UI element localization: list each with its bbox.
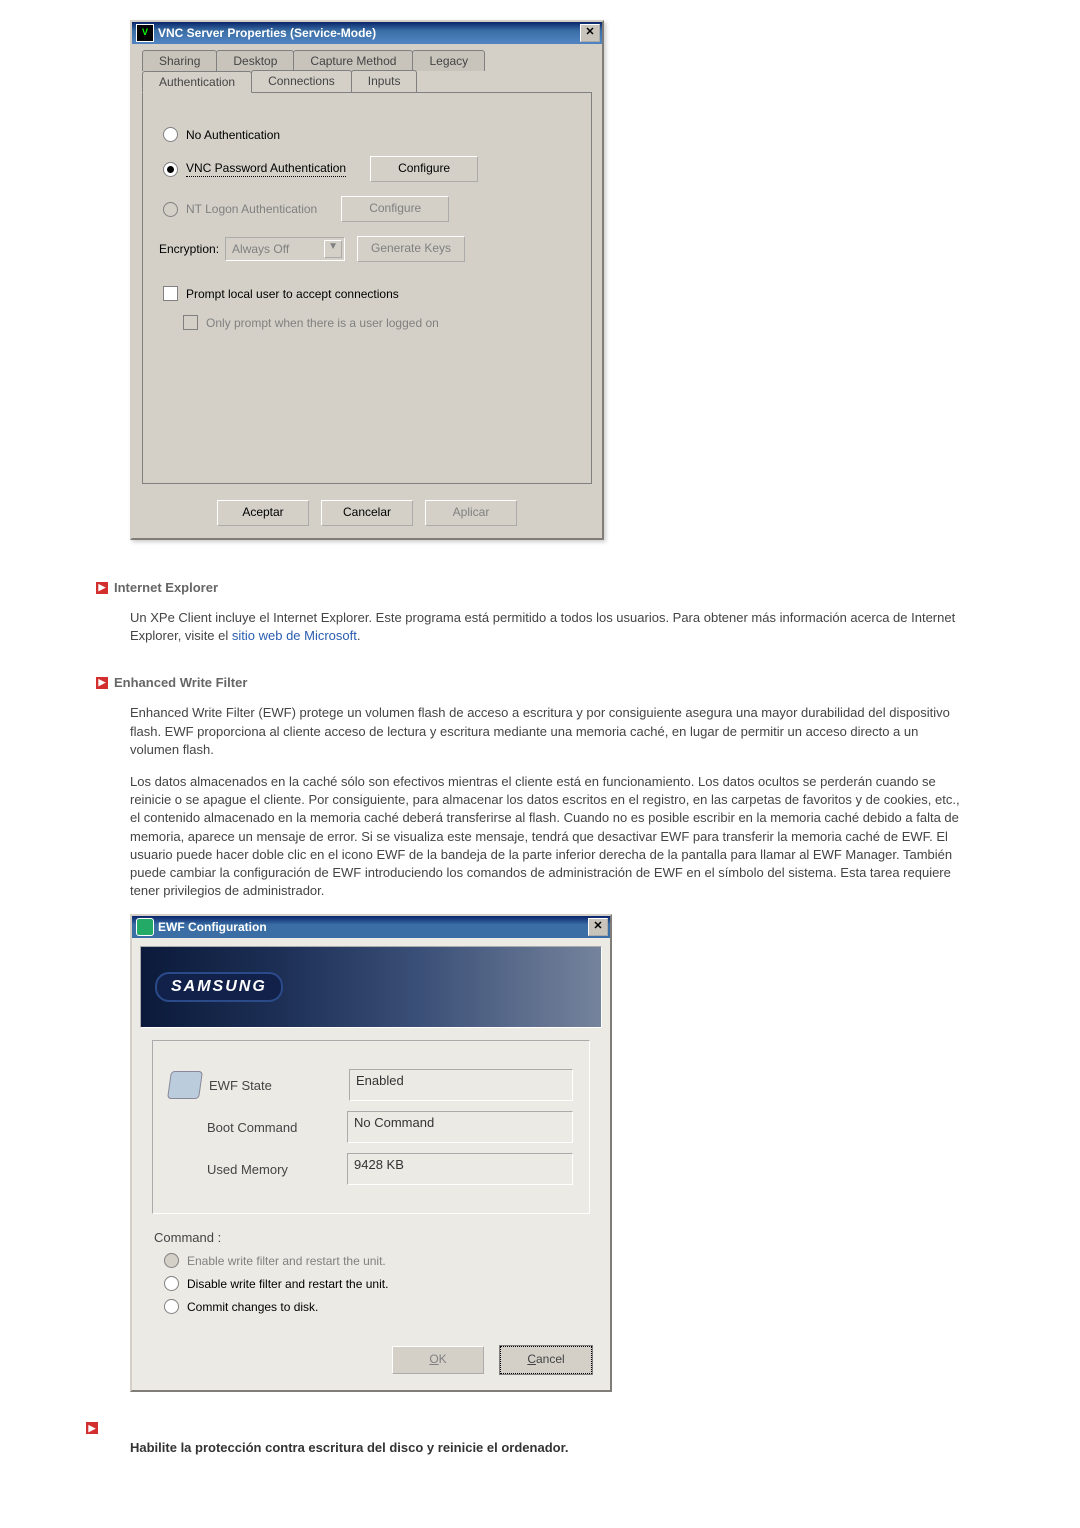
radio-icon — [164, 1253, 179, 1268]
tab-connections[interactable]: Connections — [251, 70, 352, 92]
microsoft-link[interactable]: sitio web de Microsoft — [232, 628, 357, 643]
samsung-logo: SAMSUNG — [155, 972, 283, 1002]
cancel-button[interactable]: Cancel — [500, 1346, 592, 1374]
vnc-titlebar[interactable]: V VNC Server Properties (Service-Mode) ✕ — [132, 22, 602, 44]
checkbox-only-prompt-logged-on: Only prompt when there is a user logged … — [179, 315, 575, 330]
tab-desktop[interactable]: Desktop — [216, 50, 294, 71]
tab-authentication[interactable]: Authentication — [142, 71, 252, 93]
section-heading-ewf: Enhanced Write Filter — [114, 675, 247, 690]
encryption-value: Always Off — [232, 242, 289, 256]
encryption-label: Encryption: — [159, 242, 219, 256]
radio-label: No Authentication — [186, 128, 280, 142]
command-heading: Command : — [154, 1230, 590, 1245]
radio-label: Commit changes to disk. — [187, 1300, 318, 1314]
chevron-down-icon: ▼ — [324, 240, 342, 258]
ewf-state-icon — [167, 1071, 203, 1099]
vnc-title: VNC Server Properties (Service-Mode) — [158, 26, 580, 40]
section-heading-ie: Internet Explorer — [114, 580, 218, 595]
ok-button: OK — [392, 1346, 484, 1374]
checkbox-label: Prompt local user to accept connections — [186, 287, 399, 301]
ewf-icon — [136, 918, 154, 936]
configure-button-disabled: Configure — [341, 196, 449, 222]
radio-icon — [164, 1299, 179, 1314]
ewf-paragraph-1: Enhanced Write Filter (EWF) protege un v… — [130, 704, 970, 759]
cancel-button[interactable]: Cancelar — [321, 500, 413, 526]
boot-command-value: No Command — [347, 1111, 573, 1143]
tab-capture-method[interactable]: Capture Method — [293, 50, 413, 71]
radio-icon — [164, 1276, 179, 1291]
radio-vnc-password-auth[interactable]: VNC Password Authentication Configure — [159, 156, 575, 182]
ewf-banner: SAMSUNG — [140, 946, 602, 1028]
generate-keys-button: Generate Keys — [357, 236, 465, 262]
radio-icon — [163, 127, 178, 142]
ewf-state-value: Enabled — [349, 1069, 573, 1101]
bullet-icon: ▶ — [96, 677, 108, 689]
checkbox-label: Only prompt when there is a user logged … — [206, 316, 439, 330]
ewf-status-panel: EWF State Enabled Boot Command No Comman… — [152, 1040, 590, 1214]
boot-command-label: Boot Command — [207, 1120, 347, 1135]
radio-disable-write-filter[interactable]: Disable write filter and restart the uni… — [160, 1276, 590, 1291]
checkbox-icon — [183, 315, 198, 330]
ie-text-end: . — [357, 628, 361, 643]
checkbox-icon — [163, 286, 178, 301]
apply-button: Aplicar — [425, 500, 517, 526]
bullet-icon: ▶ — [96, 582, 108, 594]
enable-write-protection-text: Habilite la protección contra escritura … — [130, 1440, 1060, 1455]
radio-commit-changes[interactable]: Commit changes to disk. — [160, 1299, 590, 1314]
used-memory-label: Used Memory — [207, 1162, 347, 1177]
ewf-state-label: EWF State — [209, 1078, 349, 1093]
ewf-titlebar[interactable]: EWF Configuration ✕ — [132, 916, 610, 938]
vnc-icon: V — [136, 24, 154, 42]
radio-label: NT Logon Authentication — [186, 202, 317, 216]
radio-label: Disable write filter and restart the uni… — [187, 1277, 388, 1291]
used-memory-value: 9428 KB — [347, 1153, 573, 1185]
close-icon[interactable]: ✕ — [580, 24, 600, 42]
radio-label: Enable write filter and restart the unit… — [187, 1254, 386, 1268]
ie-paragraph: Un XPe Client incluye el Internet Explor… — [130, 609, 970, 645]
radio-nt-logon-auth: NT Logon Authentication Configure — [159, 196, 575, 222]
ok-button[interactable]: Aceptar — [217, 500, 309, 526]
radio-icon — [163, 202, 178, 217]
radio-icon — [163, 162, 178, 177]
radio-no-authentication[interactable]: No Authentication — [159, 127, 575, 142]
ewf-config-dialog: EWF Configuration ✕ SAMSUNG EWF State En… — [130, 914, 612, 1392]
radio-label: VNC Password Authentication — [186, 161, 346, 177]
radio-enable-write-filter: Enable write filter and restart the unit… — [160, 1253, 590, 1268]
close-icon[interactable]: ✕ — [588, 918, 608, 936]
tab-sharing[interactable]: Sharing — [142, 50, 217, 71]
tab-legacy[interactable]: Legacy — [412, 50, 485, 71]
bullet-icon: ▶ — [86, 1422, 98, 1434]
checkbox-prompt-local-user[interactable]: Prompt local user to accept connections — [159, 286, 575, 301]
tab-inputs[interactable]: Inputs — [351, 70, 418, 92]
ewf-paragraph-2: Los datos almacenados en la caché sólo s… — [130, 773, 970, 900]
configure-button[interactable]: Configure — [370, 156, 478, 182]
vnc-properties-dialog: V VNC Server Properties (Service-Mode) ✕… — [130, 20, 604, 540]
ewf-title: EWF Configuration — [158, 920, 588, 934]
encryption-select: Always Off ▼ — [225, 237, 345, 261]
